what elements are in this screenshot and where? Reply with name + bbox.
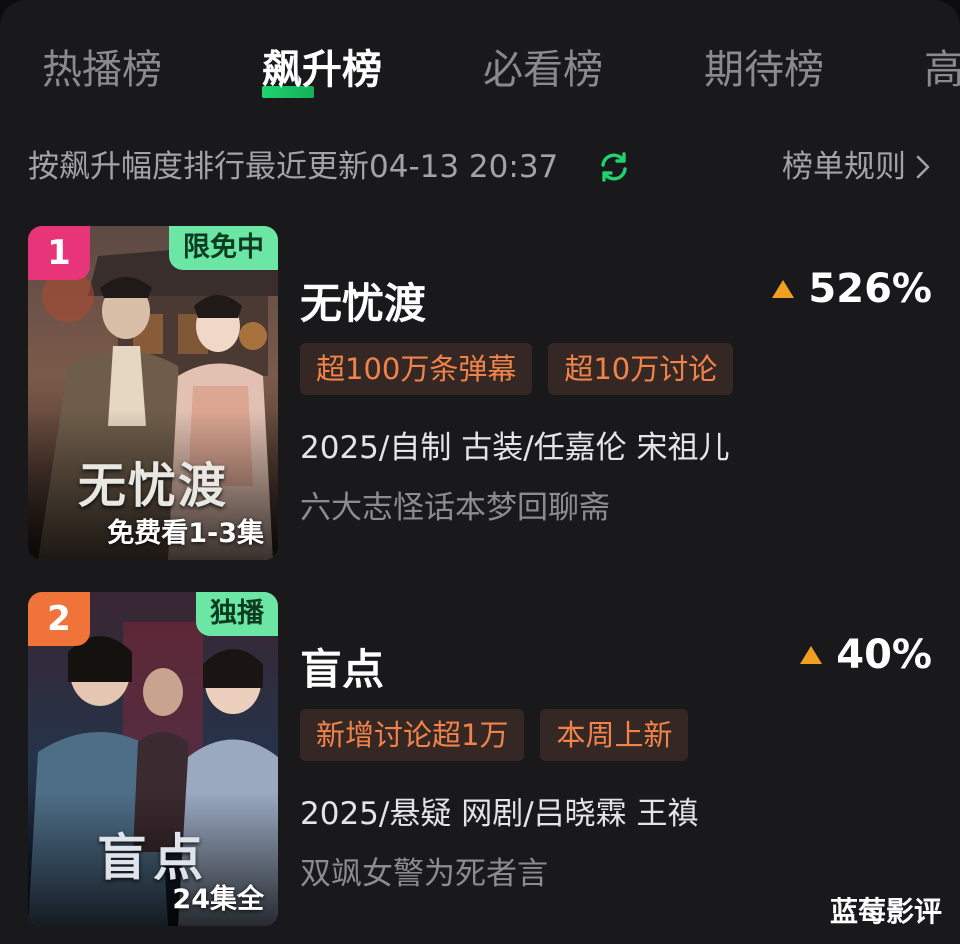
rank-number: 2 <box>28 592 90 646</box>
tab-must-watch[interactable]: 必看榜 <box>483 40 603 100</box>
rise-value: 526% <box>808 266 932 312</box>
item-meta: 2025/自制 古装/任嘉伦 宋祖儿 <box>300 430 730 466</box>
poster-title: 无忧渡 <box>77 458 228 514</box>
watermark: 蓝莓影评 <box>829 895 942 928</box>
tag: 超10万讨论 <box>548 343 734 395</box>
rank-number: 1 <box>28 226 90 280</box>
tag: 超100万条弹幕 <box>300 343 533 395</box>
ranking-item[interactable]: 2 独播 盲点 24集全 盲点 40% 新增讨论超1万 本周上新 2025/悬疑… <box>28 592 932 926</box>
tab-high[interactable]: 高 <box>924 40 960 100</box>
update-info: 按飙升幅度排行最近更新04-13 20:37 <box>28 149 559 185</box>
tab-hot[interactable]: 热播榜 <box>42 40 162 100</box>
up-arrow-icon <box>772 280 795 298</box>
ranking-rules-link[interactable]: 榜单规则 <box>782 145 932 189</box>
poster-image[interactable]: 2 独播 盲点 24集全 <box>28 592 278 926</box>
chevron-right-icon <box>916 155 930 179</box>
ranking-panel: 热播榜 飙升榜 必看榜 期待榜 高 按飙升幅度排行最近更新04-13 20:37… <box>0 0 960 944</box>
item-meta: 2025/悬疑 网剧/吕晓霖 王禛 <box>300 796 699 832</box>
tab-rising[interactable]: 飙升榜 <box>262 40 382 100</box>
tag: 本周上新 <box>540 709 689 761</box>
item-description: 六大志怪话本梦回聊斋 <box>300 490 610 526</box>
tag-list: 新增讨论超1万 本周上新 <box>300 709 689 761</box>
item-title[interactable]: 盲点 <box>300 636 384 697</box>
rise-value: 40% <box>836 632 932 678</box>
poster-caption: 免费看1-3集 <box>107 518 264 549</box>
item-description: 双飒女警为死者言 <box>300 856 548 892</box>
rise-percentage: 40% <box>798 632 932 678</box>
item-title[interactable]: 无忧渡 <box>300 270 426 331</box>
ranking-rules-label: 榜单规则 <box>782 149 906 185</box>
info-bar: 按飙升幅度排行最近更新04-13 20:37 榜单规则 <box>28 145 932 189</box>
tab-anticipated[interactable]: 期待榜 <box>704 40 824 100</box>
poster-caption: 24集全 <box>172 884 264 915</box>
up-arrow-icon <box>800 646 823 664</box>
tag-list: 超100万条弹幕 超10万讨论 <box>300 343 734 395</box>
ranking-tabs: 热播榜 飙升榜 必看榜 期待榜 高 <box>0 40 960 110</box>
tag: 新增讨论超1万 <box>300 709 525 761</box>
rise-percentage: 526% <box>770 266 932 312</box>
poster-image[interactable]: 1 限免中 无忧渡 免费看1-3集 <box>28 226 278 560</box>
ranking-item[interactable]: 1 限免中 无忧渡 免费看1-3集 无忧渡 526% 超100万条弹幕 超10万… <box>28 226 932 560</box>
refresh-icon[interactable] <box>596 149 632 185</box>
status-badge: 限免中 <box>169 226 278 270</box>
status-badge: 独播 <box>196 592 278 636</box>
